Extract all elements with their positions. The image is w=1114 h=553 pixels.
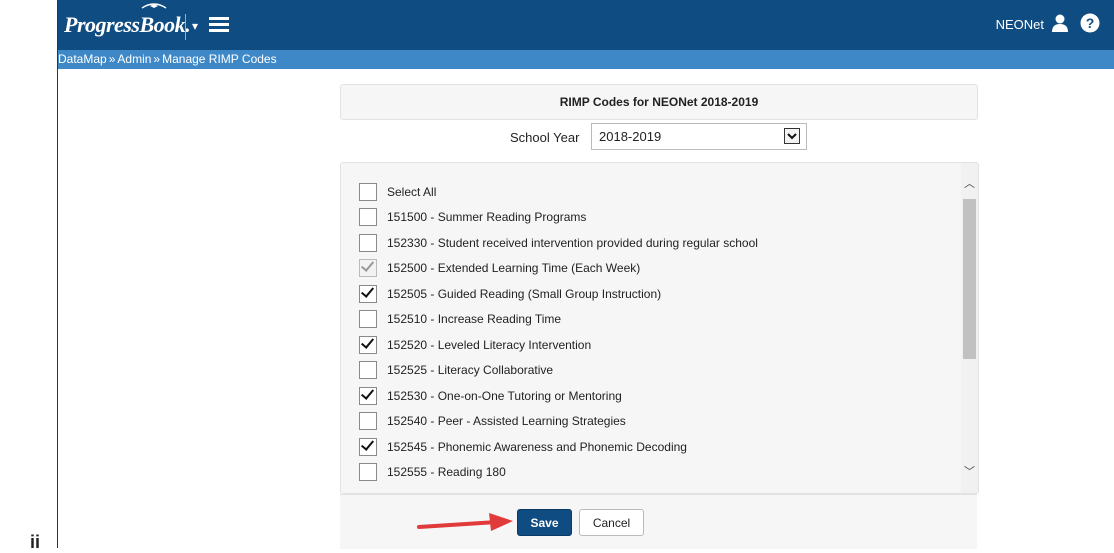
list-item-checkbox <box>359 259 377 278</box>
save-button[interactable]: Save <box>517 509 572 536</box>
breadcrumb-admin[interactable]: Admin <box>117 52 151 66</box>
list-item-label: 152540 - Peer - Assisted Learning Strate… <box>387 414 626 429</box>
list-item[interactable]: 151500 - Summer Reading Programs <box>359 205 949 231</box>
list-item-checkbox[interactable] <box>359 361 377 380</box>
list-item[interactable]: 152500 - Extended Learning Time (Each We… <box>359 256 949 282</box>
gutter-text: ii <box>30 532 41 552</box>
list-item-checkbox[interactable] <box>359 310 377 329</box>
svg-text:?: ? <box>1086 15 1095 31</box>
rimp-codes-list: Select All 151500 - Summer Reading Progr… <box>340 162 979 494</box>
list-item-checkbox[interactable] <box>359 412 377 431</box>
list-item[interactable]: 152520 - Leveled Literacy Intervention <box>359 332 949 358</box>
breadcrumb: DataMap» Admin» Manage RIMP Codes <box>58 52 277 66</box>
list-item[interactable]: 152555 - Reading 180 <box>359 460 949 486</box>
list-item-checkbox[interactable] <box>359 437 377 456</box>
list-item[interactable]: 152525 - Literacy Collaborative <box>359 358 949 384</box>
list-item-label: 152500 - Extended Learning Time (Each We… <box>387 261 641 276</box>
school-year-label: School Year <box>510 130 580 145</box>
list-scrollbar[interactable]: ︿ ﹀ <box>961 163 978 493</box>
list-item-label: 152545 - Phonemic Awareness and Phonemic… <box>387 439 687 454</box>
logo-separator <box>185 14 186 40</box>
list-item[interactable]: 152540 - Peer - Assisted Learning Strate… <box>359 409 949 435</box>
page-title: RIMP Codes for NEONet 2018-2019 <box>340 84 978 120</box>
breadcrumb-separator: » <box>108 52 116 66</box>
user-name-label[interactable]: NEONet <box>996 17 1044 32</box>
list-item-checkbox[interactable] <box>359 284 377 303</box>
breadcrumb-current: Manage RIMP Codes <box>162 52 277 66</box>
list-item-checkbox[interactable] <box>359 208 377 227</box>
help-icon[interactable]: ? <box>1080 13 1100 33</box>
list-item-checkbox[interactable] <box>359 386 377 405</box>
school-year-row: School Year 2018-2019 <box>340 122 978 152</box>
scroll-thumb[interactable] <box>963 199 976 359</box>
left-gutter: ii <box>0 0 57 552</box>
breadcrumb-datamap[interactable]: DataMap <box>58 52 107 66</box>
list-item-label: 152505 - Guided Reading (Small Group Ins… <box>387 286 662 301</box>
school-year-select[interactable]: 2018-2019 <box>591 123 807 150</box>
cancel-button[interactable]: Cancel <box>579 509 644 536</box>
school-year-value: 2018-2019 <box>599 129 662 144</box>
list-item[interactable]: 152505 - Guided Reading (Small Group Ins… <box>359 281 949 307</box>
list-item-checkbox[interactable] <box>359 463 377 482</box>
select-all-row[interactable]: Select All <box>359 179 949 205</box>
form-footer: Save Cancel <box>340 494 977 549</box>
select-all-label: Select All <box>387 184 437 199</box>
user-icon[interactable] <box>1051 13 1069 33</box>
list-item-checkbox[interactable] <box>359 335 377 354</box>
breadcrumb-bar: DataMap» Admin» Manage RIMP Codes <box>58 50 1114 69</box>
list-item[interactable]: 152330 - Student received intervention p… <box>359 230 949 256</box>
list-item-label: 152520 - Leveled Literacy Intervention <box>387 337 592 352</box>
list-item-label: 151500 - Summer Reading Programs <box>387 210 587 225</box>
list-item-checkbox[interactable] <box>359 233 377 252</box>
list-item-label: 152330 - Student received intervention p… <box>387 235 758 250</box>
scroll-up-icon[interactable]: ︿ <box>961 175 978 190</box>
list-items: Select All 151500 - Summer Reading Progr… <box>359 179 949 485</box>
annotation-arrow-icon <box>417 513 513 531</box>
page-border <box>57 0 58 548</box>
hamburger-menu-icon[interactable] <box>209 17 229 33</box>
list-item-label: 152555 - Reading 180 <box>387 465 506 480</box>
list-item-label: 152525 - Literacy Collaborative <box>387 363 554 378</box>
app-switch-dropdown-icon[interactable]: ▾ <box>192 19 198 33</box>
list-item-label: 152510 - Increase Reading Time <box>387 312 562 327</box>
scroll-down-icon[interactable]: ﹀ <box>961 463 978 478</box>
chevron-down-icon <box>784 128 800 144</box>
list-item-label: 152530 - One-on-One Tutoring or Mentorin… <box>387 388 622 403</box>
top-navigation-bar: ProgressBook. ▾ NEONet ? <box>58 0 1114 50</box>
graduation-cap-icon <box>141 3 167 9</box>
list-item[interactable]: 152510 - Increase Reading Time <box>359 307 949 333</box>
select-all-checkbox[interactable] <box>359 182 377 201</box>
breadcrumb-separator: » <box>153 52 161 66</box>
list-item[interactable]: 152545 - Phonemic Awareness and Phonemic… <box>359 434 949 460</box>
list-item[interactable]: 152530 - One-on-One Tutoring or Mentorin… <box>359 383 949 409</box>
progressbook-logo: ProgressBook. <box>64 12 191 37</box>
